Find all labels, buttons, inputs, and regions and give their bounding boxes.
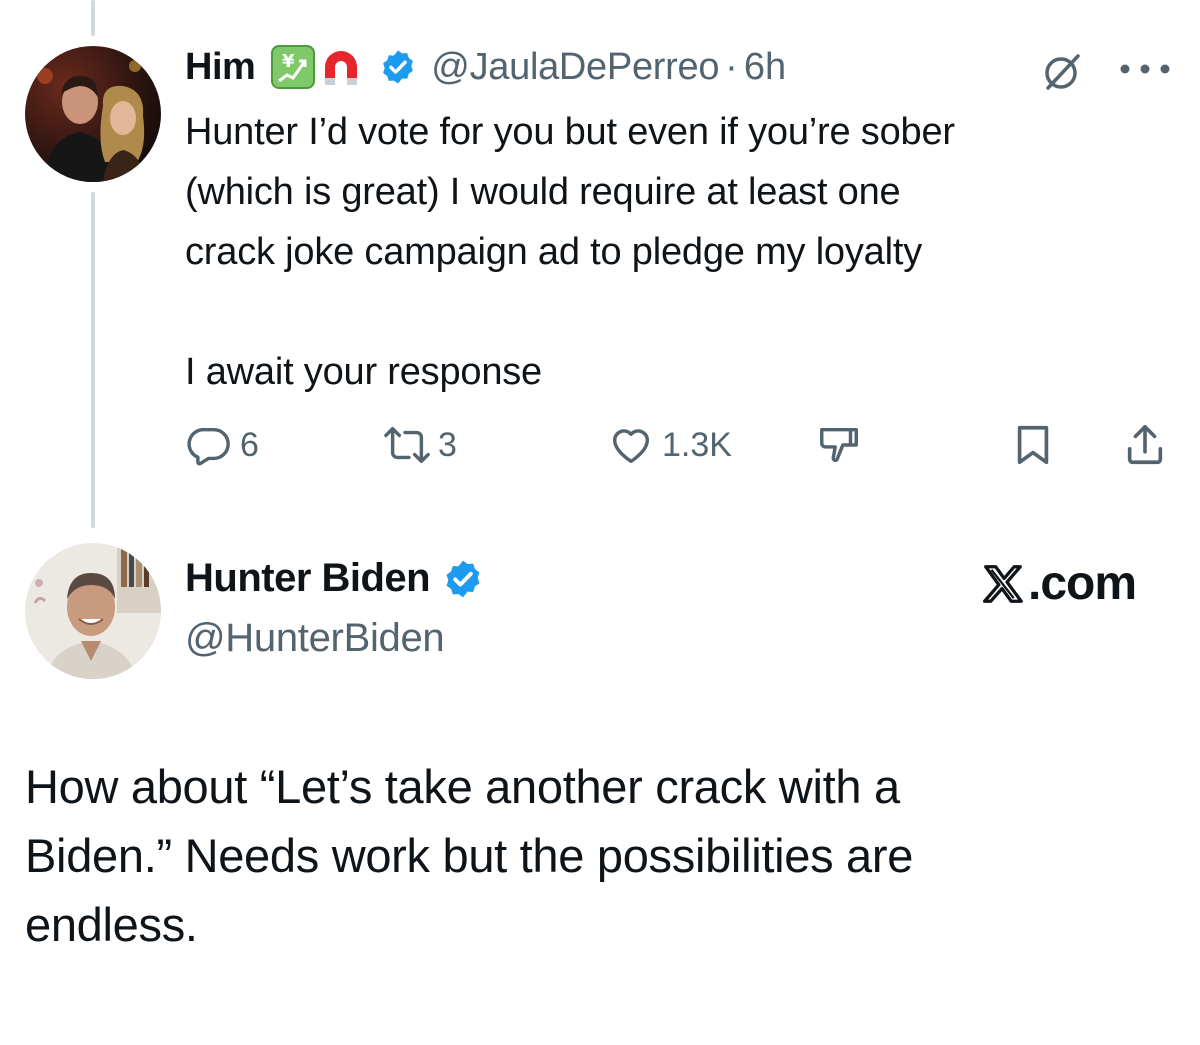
bookmark-button[interactable] — [1010, 420, 1056, 470]
avatar-hunter-biden[interactable] — [25, 543, 161, 679]
verified-badge-icon[interactable] — [379, 48, 417, 86]
retweet-icon — [384, 426, 430, 464]
more-options-icon[interactable] — [1118, 62, 1172, 76]
thread-line — [91, 192, 95, 528]
tweet-text-line: endless. — [25, 898, 198, 951]
share-icon — [1127, 424, 1163, 465]
tweet-text-line: (which is great) I would require at leas… — [185, 171, 901, 213]
like-count: 1.3K — [662, 425, 732, 464]
tweet-text-line: How about “Let’s take another crack with… — [25, 760, 900, 813]
retweet-count: 3 — [438, 425, 457, 464]
dislike-button[interactable] — [816, 420, 862, 470]
tweet-text-line: crack joke campaign ad to pledge my loya… — [185, 231, 923, 273]
magnet-emoji-icon — [325, 51, 358, 85]
tweet-text-line: I await your response — [185, 351, 542, 393]
author-name[interactable]: Him — [185, 46, 256, 89]
grok-icon[interactable] — [1042, 52, 1082, 92]
x-com-logo: .com — [980, 556, 1137, 611]
bookmark-icon — [1017, 425, 1049, 465]
reply-icon — [187, 427, 230, 466]
verified-badge-icon[interactable] — [442, 558, 484, 600]
reply-count: 6 — [240, 425, 259, 464]
retweet-button[interactable]: 3 — [384, 420, 457, 470]
separator-dot: · — [725, 45, 738, 88]
reply-tweet-text: Hunter I’d vote for you but even if you’… — [185, 102, 1175, 402]
svg-text:¥: ¥ — [282, 51, 295, 72]
x-com-text: .com — [1028, 557, 1137, 610]
thumbs-down-icon — [820, 427, 858, 463]
author-name[interactable]: Hunter Biden — [185, 556, 431, 601]
x-logo-icon — [982, 564, 1023, 603]
author-handle[interactable]: @JaulaDePerreo — [431, 46, 719, 89]
thread-line-top — [91, 0, 95, 36]
tweet-text-line: Hunter I’d vote for you but even if you’… — [185, 111, 955, 153]
yen-chart-emoji-icon: ¥ — [271, 45, 316, 89]
heart-icon — [612, 429, 650, 464]
avatar-him[interactable] — [25, 46, 161, 182]
author-handle[interactable]: @HunterBiden — [185, 616, 445, 661]
reply-tweet-header: Him ¥ @JaulaDePerreo · 6h — [185, 40, 786, 94]
like-button[interactable]: 1.3K — [608, 420, 732, 470]
tweet-timestamp[interactable]: 6h — [744, 46, 786, 89]
main-tweet-author[interactable]: Hunter Biden — [185, 556, 484, 601]
tweet-text-line: Biden.” Needs work but the possibilities… — [25, 829, 914, 882]
main-tweet-text: How about “Let’s take another crack with… — [25, 752, 1145, 959]
reply-button[interactable]: 6 — [186, 420, 259, 470]
share-button[interactable] — [1122, 420, 1168, 470]
